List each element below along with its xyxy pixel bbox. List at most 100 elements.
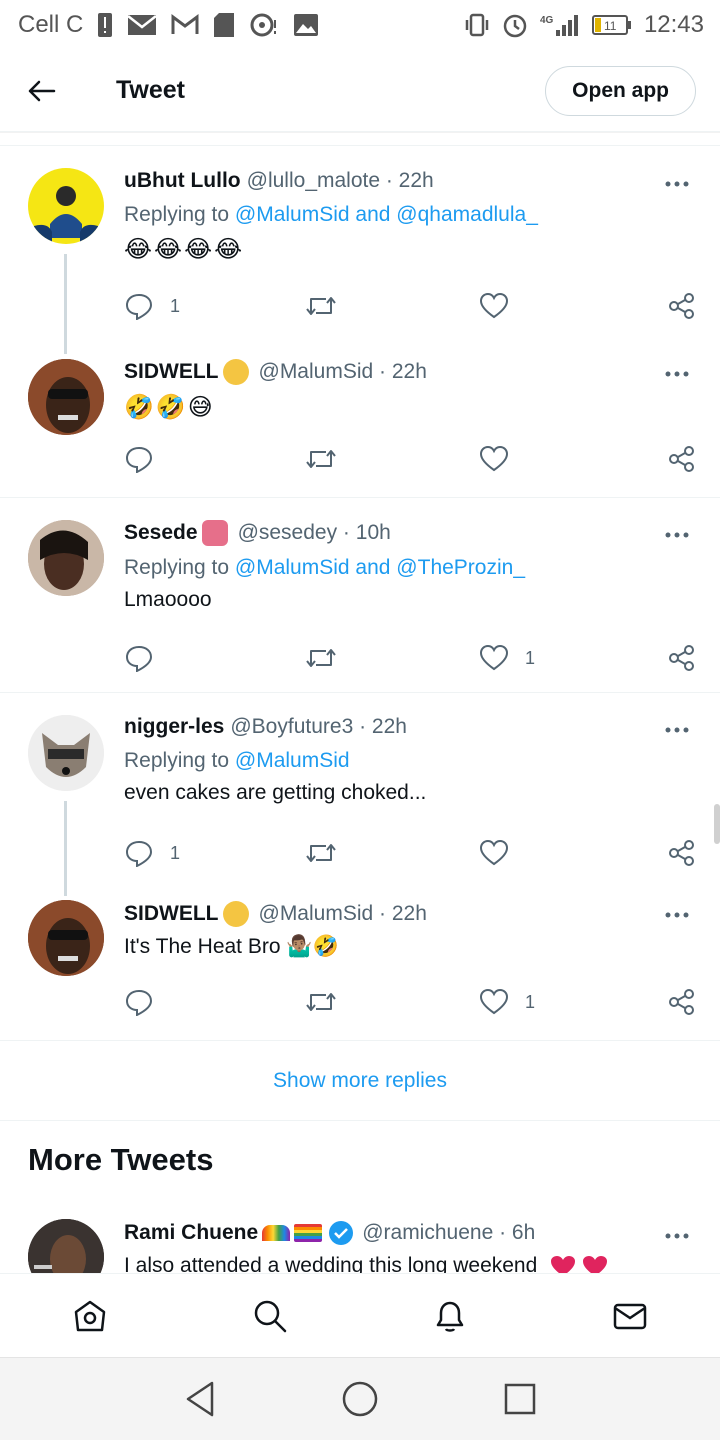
- retweet-button[interactable]: [304, 293, 338, 319]
- heart-icon: [479, 839, 509, 866]
- vibrate-icon: [464, 13, 490, 37]
- system-back-button[interactable]: [170, 1369, 230, 1429]
- reply-button[interactable]: [124, 445, 170, 473]
- share-button[interactable]: [668, 988, 696, 1016]
- square-recents-icon: [504, 1383, 536, 1415]
- mention-link[interactable]: @MalumSid and @TheProzin_: [235, 556, 525, 579]
- reply-tweet[interactable]: Sesede @sesedey · 10h Replying to @Malum…: [0, 498, 720, 693]
- reply-count: 1: [170, 295, 181, 316]
- retweet-button[interactable]: [304, 989, 338, 1015]
- reply-tweet[interactable]: SIDWELL @MalumSid · 22h 🤣🤣😅: [0, 341, 720, 498]
- display-name[interactable]: uBhut Lullo: [124, 169, 241, 193]
- retweet-icon: [306, 450, 336, 468]
- handle-time: @MalumSid · 22h: [258, 360, 427, 383]
- network-type-label: 4G: [540, 15, 554, 26]
- tweet-emoji: 😂😂😂😂: [124, 236, 245, 263]
- show-more-replies-link[interactable]: Show more replies: [0, 1041, 720, 1121]
- triangle-back-icon: [186, 1381, 214, 1417]
- display-name[interactable]: Sesede: [124, 521, 198, 545]
- share-icon: [669, 840, 694, 866]
- share-button[interactable]: [668, 644, 696, 672]
- reply-icon: [125, 446, 153, 473]
- top-bar: Tweet Open app: [0, 50, 720, 132]
- reply-tweet[interactable]: SIDWELL @MalumSid · 22h It's The Heat Br…: [0, 888, 720, 1041]
- system-recents-button[interactable]: [490, 1369, 550, 1429]
- mail-icon: [613, 1303, 647, 1329]
- search-tab[interactable]: [240, 1286, 300, 1346]
- system-nav-bar: [0, 1357, 720, 1440]
- pride-flag-icon: [294, 1224, 323, 1242]
- more-options-icon[interactable]: [662, 720, 692, 740]
- person-emoji-icon: [222, 359, 249, 385]
- scrollbar[interactable]: [714, 804, 720, 844]
- display-name[interactable]: nigger-les: [124, 715, 224, 739]
- reply-button[interactable]: [124, 988, 170, 1016]
- avatar[interactable]: [28, 520, 104, 596]
- more-options-icon[interactable]: [662, 364, 692, 384]
- reply-tweet[interactable]: nigger-les @Boyfuture3 · 22h Replying to…: [0, 693, 720, 896]
- gmail-icon: [171, 14, 199, 36]
- retweet-icon: [306, 993, 336, 1011]
- more-options-icon[interactable]: [662, 905, 692, 925]
- reply-tweet[interactable]: uBhut Lullo @lullo_malote · 22h Replying…: [0, 146, 720, 354]
- reply-button[interactable]: 1: [124, 839, 180, 867]
- display-name[interactable]: SIDWELL: [124, 360, 219, 384]
- display-name[interactable]: SIDWELL: [124, 902, 219, 926]
- reply-icon: [125, 645, 153, 672]
- retweet-button[interactable]: [304, 645, 338, 671]
- gallery-icon: [293, 13, 319, 37]
- avatar[interactable]: [28, 359, 104, 435]
- retweet-icon: [306, 297, 336, 315]
- messages-tab[interactable]: [600, 1286, 660, 1346]
- like-button[interactable]: [479, 839, 525, 867]
- mention-link[interactable]: @MalumSid and @qhamadlula_: [235, 203, 538, 226]
- like-button[interactable]: 1: [479, 988, 535, 1016]
- handle-time: @Boyfuture3 · 22h: [230, 715, 407, 738]
- system-home-button[interactable]: [330, 1369, 390, 1429]
- avatar[interactable]: [28, 715, 104, 791]
- share-button[interactable]: [668, 445, 696, 473]
- suggested-tweet[interactable]: Rami Chuene @ramichuene · 6h I also atte…: [0, 1210, 720, 1273]
- avatar[interactable]: [28, 1219, 104, 1273]
- circle-home-icon: [342, 1381, 378, 1417]
- retweet-button[interactable]: [304, 446, 338, 472]
- handle-time: @lullo_malote · 22h: [246, 169, 434, 192]
- like-count: 1: [525, 991, 536, 1012]
- action-bar: [124, 441, 696, 477]
- reply-button[interactable]: [124, 644, 170, 672]
- retweet-button[interactable]: [304, 840, 338, 866]
- display-name[interactable]: Rami Chuene: [124, 1221, 258, 1245]
- replies-feed[interactable]: uBhut Lullo @lullo_malote · 22h Replying…: [0, 145, 720, 1273]
- reply-icon: [125, 840, 153, 867]
- handle-time: @sesedey · 10h: [237, 521, 391, 544]
- mention-link[interactable]: @MalumSid: [235, 749, 350, 772]
- heart-icon: [479, 988, 509, 1015]
- like-button[interactable]: [479, 292, 525, 320]
- open-app-button[interactable]: Open app: [545, 65, 696, 116]
- more-options-icon[interactable]: [662, 525, 692, 545]
- share-icon: [669, 989, 694, 1015]
- reply-button[interactable]: 1: [124, 292, 180, 320]
- home-tab[interactable]: [60, 1286, 120, 1346]
- avatar[interactable]: [28, 168, 104, 244]
- replying-to: Replying to @MalumSid: [124, 749, 350, 772]
- share-icon: [669, 446, 694, 472]
- share-icon: [669, 645, 694, 671]
- like-count: 1: [525, 647, 536, 668]
- tweet-text: even cakes are getting choked...: [124, 781, 427, 804]
- hearts-emoji-icon: [551, 1256, 608, 1273]
- tweet-text: It's The Heat Bro 🤷🏽‍♂️🤣: [124, 935, 339, 958]
- carrier-label: Cell C: [18, 11, 84, 38]
- share-button[interactable]: [668, 839, 696, 867]
- like-button[interactable]: 1: [479, 644, 535, 672]
- avatar[interactable]: [28, 900, 104, 976]
- reply-count: 1: [170, 842, 181, 863]
- more-options-icon[interactable]: [662, 1226, 692, 1246]
- replying-to: Replying to @MalumSid and @TheProzin_: [124, 556, 525, 579]
- back-button[interactable]: [0, 50, 84, 132]
- share-button[interactable]: [668, 292, 696, 320]
- battery-level: 11: [604, 19, 617, 33]
- more-options-icon[interactable]: [662, 174, 692, 194]
- like-button[interactable]: [479, 445, 525, 473]
- notifications-tab[interactable]: [420, 1286, 480, 1346]
